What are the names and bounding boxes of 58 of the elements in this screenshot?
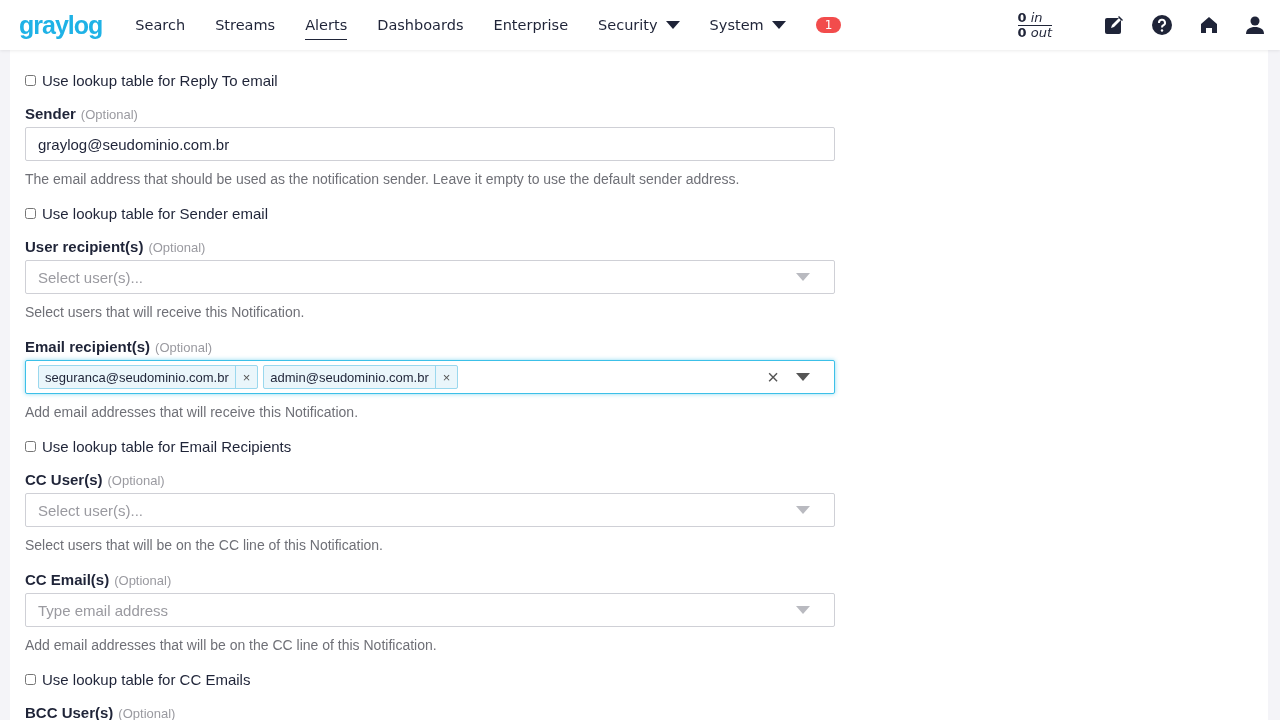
nav-item-label: Alerts xyxy=(305,17,348,40)
optional-hint: (Optional) xyxy=(80,107,138,122)
checkbox[interactable] xyxy=(25,674,36,685)
email-select-field[interactable]: seguranca@seudominio.com.br × admin@seudominio.com.br × × xyxy=(25,360,835,394)
help-icon[interactable] xyxy=(1152,15,1172,35)
help-text: Select users that will receive this Notification. xyxy=(25,304,306,320)
nav-item[interactable]: Streams xyxy=(200,0,291,50)
nav-item-label: System xyxy=(709,17,764,35)
sender-input[interactable]: graylog@seudominio.com.br xyxy=(25,127,835,161)
help-text: Select users that will be on the CC line of this Notification. xyxy=(25,537,384,553)
throughput-out: 0 out xyxy=(1017,25,1052,40)
caret-icon xyxy=(796,606,810,614)
help-text: Add email addresses that will receive this Notification. xyxy=(25,404,360,420)
optional-hint: (Optional) xyxy=(114,573,172,588)
clear-button[interactable]: × xyxy=(767,365,791,389)
field-label: CC Email(s) xyxy=(25,571,110,588)
nav-item-label: Search xyxy=(135,17,186,35)
nav-item-label: Streams xyxy=(215,17,276,35)
field-label: Sender xyxy=(25,105,76,122)
optional-hint: (Optional) xyxy=(107,473,165,488)
caret-icon xyxy=(771,21,786,29)
throughput-in: 0 in xyxy=(1017,10,1044,25)
nav-item-label: Security xyxy=(598,17,658,35)
caret-icon xyxy=(796,373,810,381)
optional-hint: (Optional) xyxy=(118,706,176,720)
caret-icon xyxy=(796,273,810,281)
field-label: Email recipient(s) xyxy=(25,338,151,355)
notification-badge[interactable]: 1 xyxy=(815,17,842,33)
nav-item-label: Enterprise xyxy=(493,17,569,35)
nav-item[interactable]: System xyxy=(694,0,801,50)
field-label: User recipient(s) xyxy=(25,238,144,255)
nav-item[interactable]: Search xyxy=(120,0,201,50)
home-icon[interactable] xyxy=(1200,16,1218,34)
email-tag: seguranca@seudominio.com.br × xyxy=(38,365,259,389)
caret-icon xyxy=(796,506,810,514)
optional-hint: (Optional) xyxy=(155,340,213,355)
checkbox[interactable] xyxy=(25,441,36,452)
edit-icon[interactable] xyxy=(1104,15,1124,35)
optional-hint: (Optional) xyxy=(148,240,206,255)
nav-item[interactable]: Alerts xyxy=(290,0,363,50)
checkbox-label: Use lookup table for CC Emails xyxy=(42,671,251,688)
checkbox[interactable] xyxy=(25,75,36,86)
checkbox-label: Use lookup table for Reply To email xyxy=(42,72,278,89)
remove-tag-button[interactable]: × xyxy=(434,366,458,388)
checkbox[interactable] xyxy=(25,208,36,219)
nav-item[interactable]: Enterprise xyxy=(478,0,584,50)
user-icon[interactable] xyxy=(1246,16,1264,34)
nav-item-label: Dashboards xyxy=(377,17,464,35)
field-label: CC User(s) xyxy=(25,471,103,488)
nav-item[interactable]: Security xyxy=(583,0,695,50)
checkbox-label: Use lookup table for Sender email xyxy=(42,205,268,222)
caret-icon xyxy=(665,21,680,29)
remove-tag-button[interactable]: × xyxy=(234,366,258,388)
email-tag: admin@seudominio.com.br × xyxy=(263,365,459,389)
help-text: The email address that should be used as the notification sender. Leave it empty to use the default sender address. xyxy=(25,171,741,187)
help-text: Add email addresses that will be on the CC line of this Notification. xyxy=(25,637,438,653)
checkbox-label: Use lookup table for Email Recipients xyxy=(42,438,292,455)
nav-item[interactable]: Dashboards xyxy=(362,0,479,50)
